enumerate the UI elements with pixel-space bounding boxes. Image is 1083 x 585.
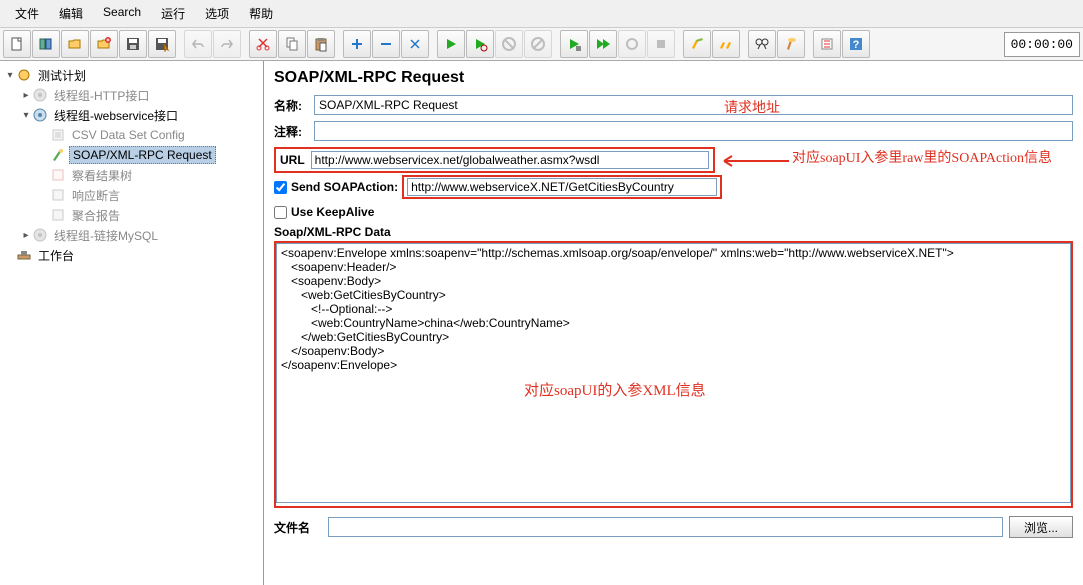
search-button[interactable] [748,30,776,58]
close-button[interactable] [90,30,118,58]
remote-start-button[interactable] [560,30,588,58]
tree-aggregate[interactable]: 聚合报告 [2,205,261,225]
shutdown-button[interactable] [524,30,552,58]
menubar: 文件 编辑 Search 运行 选项 帮助 [0,0,1083,28]
reset-search-button[interactable] [777,30,805,58]
content-panel: SOAP/XML-RPC Request 名称: 请求地址 注释: URL 对应… [264,61,1083,585]
start-button[interactable] [437,30,465,58]
keepalive-checkbox[interactable] [274,206,287,219]
cut-button[interactable] [249,30,277,58]
data-label: Soap/XML-RPC Data [274,225,1073,239]
timer-display: 00:00:00 [1004,32,1080,57]
templates-button[interactable] [32,30,60,58]
tree-soap-request[interactable]: SOAP/XML-RPC Request [2,145,261,165]
comment-label: 注释: [274,123,314,140]
save-as-button[interactable] [148,30,176,58]
tree-thread-http[interactable]: ▸ 线程组-HTTP接口 [2,85,261,105]
redo-button[interactable] [213,30,241,58]
tree-view-results[interactable]: 察看结果树 [2,165,261,185]
soapaction-input[interactable] [407,178,717,196]
menu-search[interactable]: Search [93,2,151,25]
copy-button[interactable] [278,30,306,58]
menu-file[interactable]: 文件 [5,2,49,25]
name-label: 名称: [274,97,314,114]
filename-input[interactable] [328,517,1003,537]
send-soapaction-label: Send SOAPAction: [291,180,398,194]
new-button[interactable] [3,30,31,58]
expand-button[interactable] [343,30,371,58]
name-input[interactable] [314,95,1073,115]
menu-options[interactable]: 选项 [195,2,239,25]
menu-help[interactable]: 帮助 [239,2,283,25]
toolbar: ? 00:00:00 [0,28,1083,61]
url-input[interactable] [311,151,709,169]
tree-thread-webservice[interactable]: ▾ 线程组-webservice接口 [2,105,261,125]
remote-start-all-button[interactable] [589,30,617,58]
paste-button[interactable] [307,30,335,58]
tree-assertion[interactable]: 响应断言 [2,185,261,205]
collapse-button[interactable] [372,30,400,58]
save-button[interactable] [119,30,147,58]
send-soapaction-checkbox[interactable] [274,181,287,194]
tree-csv-config[interactable]: CSV Data Set Config [2,125,261,145]
svg-text:?: ? [853,39,860,51]
remote-shutdown-button[interactable] [647,30,675,58]
toggle-button[interactable] [401,30,429,58]
soap-data-textarea[interactable] [276,243,1071,503]
start-notimers-button[interactable] [466,30,494,58]
browse-button[interactable]: 浏览... [1009,516,1073,538]
tree-workbench[interactable]: 工作台 [2,245,261,265]
remote-stop-button[interactable] [618,30,646,58]
keepalive-label: Use KeepAlive [291,205,374,219]
open-button[interactable] [61,30,89,58]
help-button[interactable]: ? [842,30,870,58]
tree-thread-mysql[interactable]: ▸ 线程组-链接MySQL [2,225,261,245]
url-label: URL [280,153,305,167]
function-helper-button[interactable] [813,30,841,58]
test-plan-tree[interactable]: ▾ 测试计划 ▸ 线程组-HTTP接口 ▾ 线程组-webservice接口 C… [0,61,264,585]
stop-button[interactable] [495,30,523,58]
menu-run[interactable]: 运行 [151,2,195,25]
tree-root[interactable]: ▾ 测试计划 [2,65,261,85]
menu-edit[interactable]: 编辑 [49,2,93,25]
undo-button[interactable] [184,30,212,58]
clear-button[interactable] [683,30,711,58]
clear-all-button[interactable] [712,30,740,58]
panel-title: SOAP/XML-RPC Request [274,69,1073,87]
comment-input[interactable] [314,121,1073,141]
filename-label: 文件名 [274,519,322,536]
